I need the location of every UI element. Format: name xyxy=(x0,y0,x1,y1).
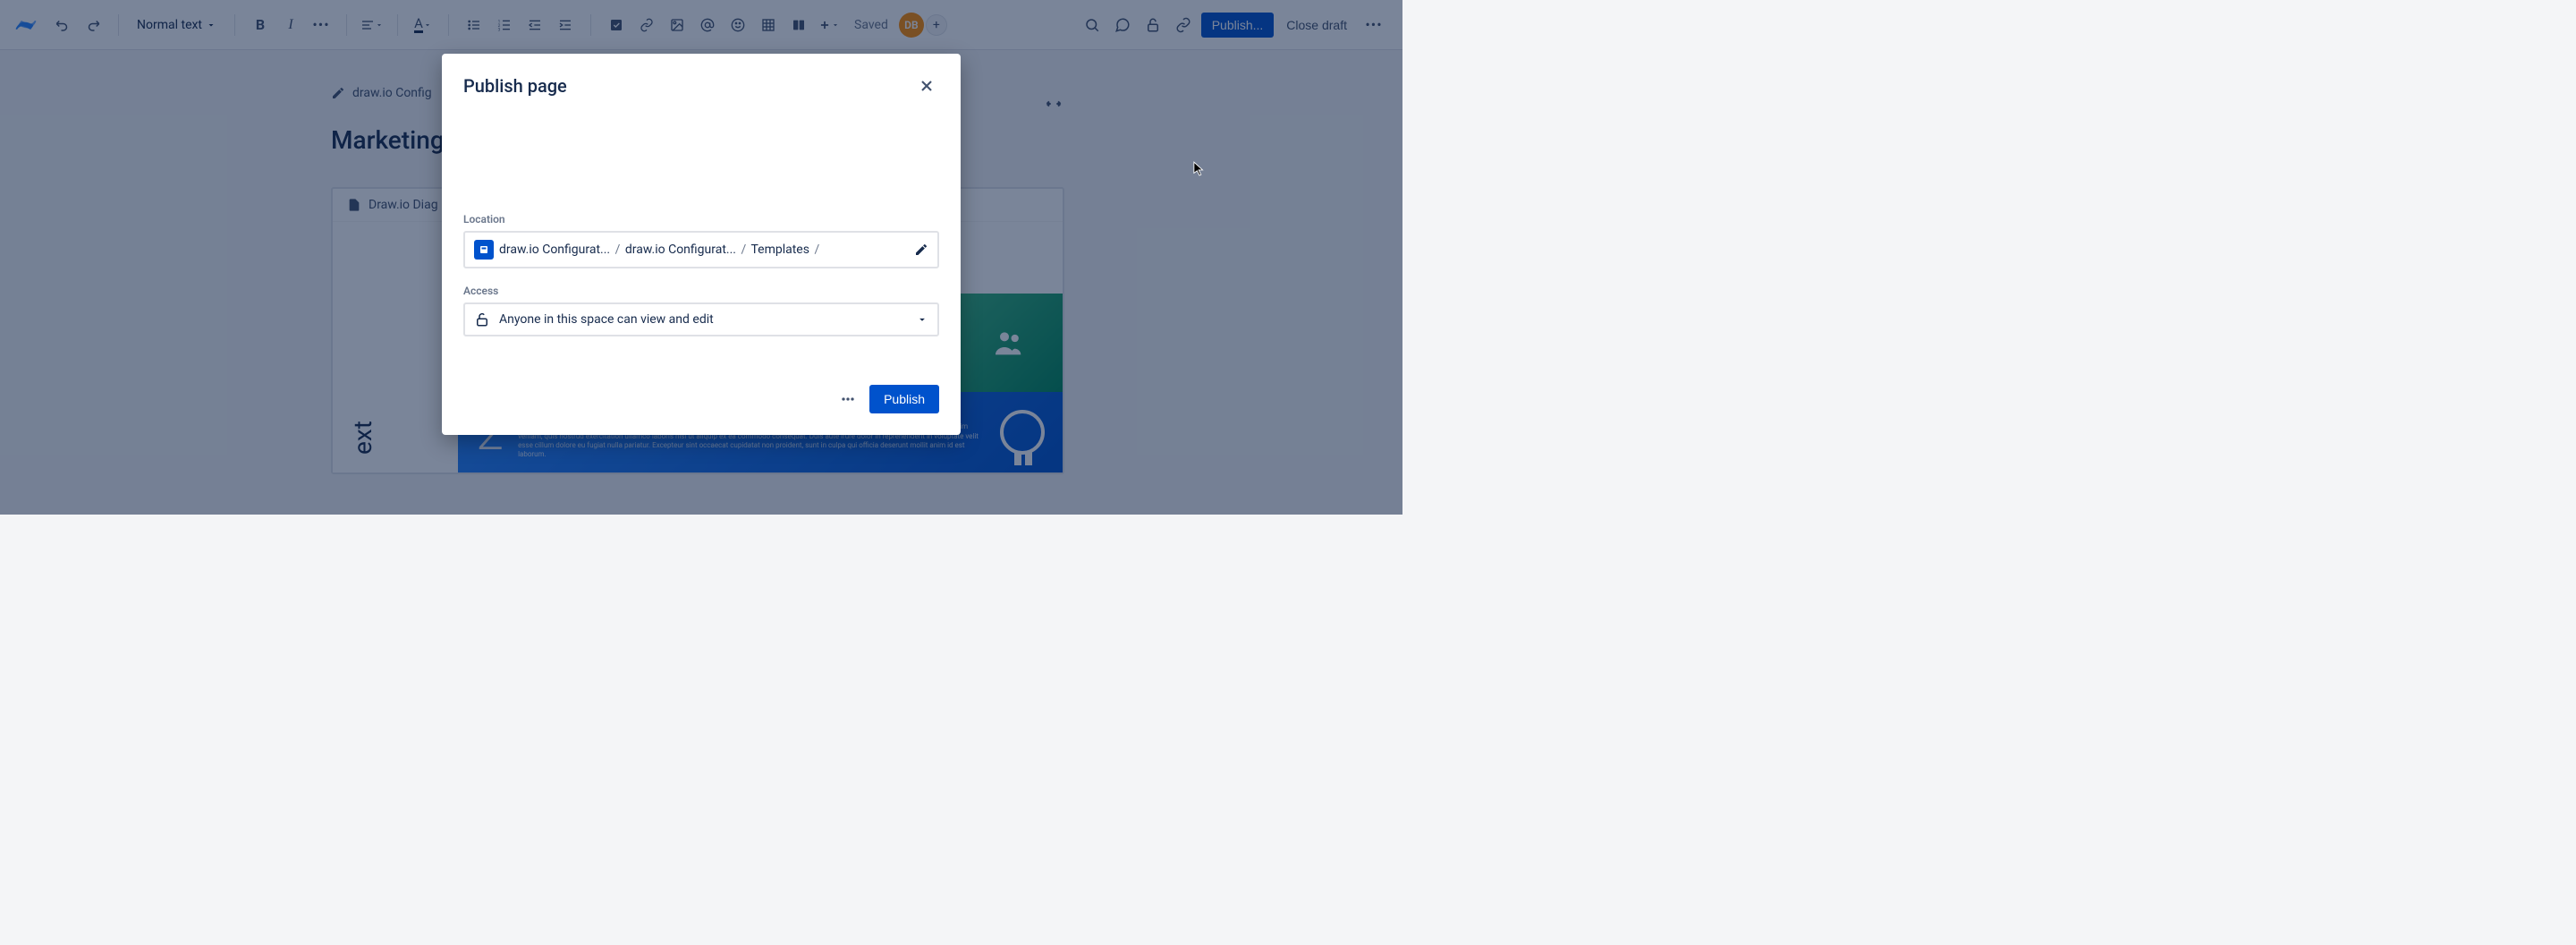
access-label: Access xyxy=(463,285,939,297)
close-icon xyxy=(918,77,936,95)
modal-more-button[interactable] xyxy=(834,385,862,413)
location-part2: draw.io Configurat... xyxy=(625,243,736,257)
location-field[interactable]: draw.io Configurat... / draw.io Configur… xyxy=(463,231,939,268)
location-part1: draw.io Configurat... xyxy=(499,243,610,257)
location-part3: Templates xyxy=(750,243,809,257)
publish-modal: Publish page xyxy=(442,54,961,435)
unlock-icon xyxy=(474,311,490,328)
access-value: Anyone in this space can view and edit xyxy=(499,312,714,327)
modal-publish-button[interactable]: Publish xyxy=(869,385,939,413)
chevron-down-icon xyxy=(916,313,928,326)
location-sep: / xyxy=(615,243,621,257)
edit-location-icon[interactable] xyxy=(914,243,928,257)
location-sep: / xyxy=(741,243,746,257)
access-dropdown[interactable]: Anyone in this space can view and edit xyxy=(463,302,939,336)
location-label: Location xyxy=(463,213,939,226)
cursor-icon xyxy=(1193,161,1206,177)
modal-title: Publish page xyxy=(463,75,567,97)
space-icon xyxy=(474,240,494,260)
modal-overlay: Publish page xyxy=(0,0,1402,515)
location-sep: / xyxy=(814,243,819,257)
modal-close-button[interactable] xyxy=(914,73,939,98)
